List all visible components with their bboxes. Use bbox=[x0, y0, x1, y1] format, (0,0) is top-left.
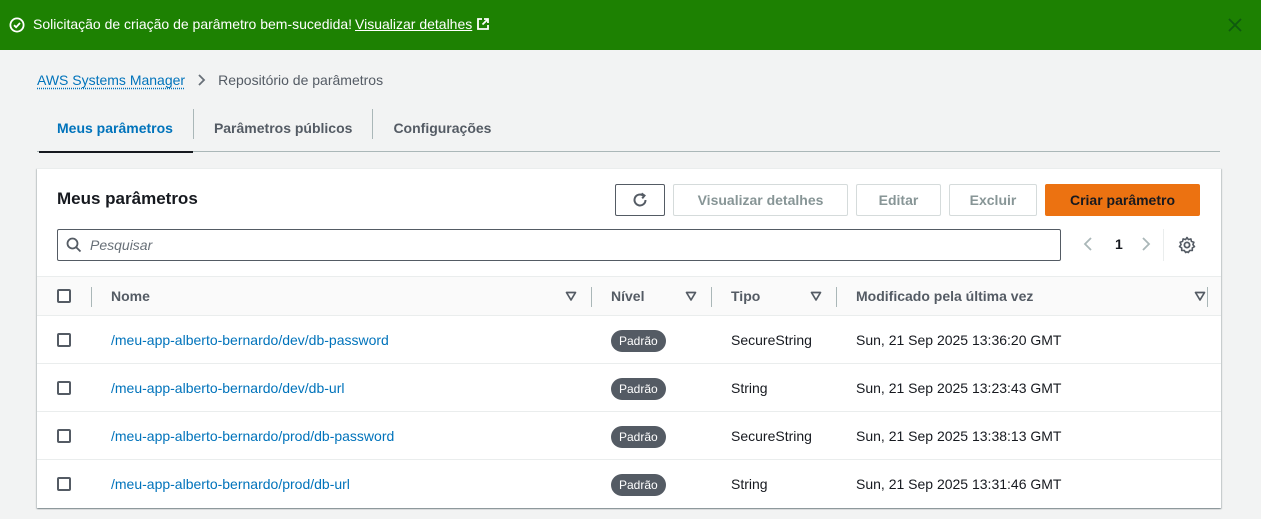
pagination-divider bbox=[1163, 229, 1164, 261]
search-input[interactable] bbox=[90, 230, 1050, 260]
row-checkbox[interactable] bbox=[57, 333, 71, 347]
type-cell: SecureString bbox=[731, 427, 812, 444]
close-icon[interactable] bbox=[1226, 16, 1244, 34]
parameters-table-container: Meus parâmetros Visualizar detalhes Edit… bbox=[37, 168, 1221, 508]
type-cell: SecureString bbox=[731, 331, 812, 348]
table-row[interactable]: /meu-app-alberto-bernardo/prod/db-url Pa… bbox=[37, 460, 1221, 508]
pagination: 1 bbox=[1081, 235, 1153, 253]
tab-settings[interactable]: Configurações bbox=[373, 104, 511, 152]
column-divider bbox=[836, 287, 837, 307]
breadcrumb-current: Repositório de parâmetros bbox=[218, 72, 384, 88]
tier-badge: Padrão bbox=[611, 330, 666, 352]
modified-cell: Sun, 21 Sep 2025 13:31:46 GMT bbox=[856, 475, 1062, 492]
external-link-icon bbox=[477, 18, 490, 30]
page-number[interactable]: 1 bbox=[1115, 236, 1123, 252]
table-header: Nome Nível Tipo Modificado pela última v… bbox=[37, 276, 1221, 316]
sort-icon[interactable] bbox=[565, 290, 577, 302]
search-icon bbox=[66, 237, 82, 253]
row-checkbox[interactable] bbox=[57, 429, 71, 443]
tab-bar: Meus parâmetros Parâmetros públicos Conf… bbox=[37, 104, 1220, 153]
breadcrumb-home-link[interactable]: AWS Systems Manager bbox=[37, 72, 185, 88]
parameter-name-link[interactable]: /meu-app-alberto-bernardo/prod/db-passwo… bbox=[111, 412, 394, 459]
view-details-link[interactable]: Visualizar detalhes bbox=[355, 16, 490, 32]
tier-badge: Padrão bbox=[611, 426, 666, 448]
success-flashbar: Solicitação de criação de parâmetro bem-… bbox=[0, 0, 1261, 50]
tier-badge: Padrão bbox=[611, 378, 666, 400]
column-header-tier[interactable]: Nível bbox=[611, 277, 644, 315]
edit-button[interactable]: Editar bbox=[856, 184, 941, 216]
tier-badge: Padrão bbox=[611, 474, 666, 496]
sort-icon[interactable] bbox=[685, 290, 697, 302]
success-check-icon bbox=[9, 17, 25, 33]
next-page-icon[interactable] bbox=[1139, 235, 1153, 253]
table-row[interactable]: /meu-app-alberto-bernardo/prod/db-passwo… bbox=[37, 412, 1221, 460]
type-cell: String bbox=[731, 475, 768, 492]
breadcrumb: AWS Systems Manager Repositório de parâm… bbox=[37, 72, 383, 88]
type-cell: String bbox=[731, 379, 768, 396]
column-divider bbox=[1207, 287, 1208, 307]
column-divider bbox=[711, 287, 712, 307]
view-details-button[interactable]: Visualizar detalhes bbox=[673, 184, 848, 216]
column-divider bbox=[591, 287, 592, 307]
search-field[interactable] bbox=[57, 229, 1061, 261]
create-parameter-button[interactable]: Criar parâmetro bbox=[1045, 184, 1200, 216]
sort-icon[interactable] bbox=[810, 290, 822, 302]
modified-cell: Sun, 21 Sep 2025 13:38:13 GMT bbox=[856, 427, 1062, 444]
row-checkbox[interactable] bbox=[57, 477, 71, 491]
modified-cell: Sun, 21 Sep 2025 13:23:43 GMT bbox=[856, 379, 1062, 396]
previous-page-icon[interactable] bbox=[1081, 235, 1095, 253]
sort-icon[interactable] bbox=[1194, 290, 1206, 302]
column-header-name[interactable]: Nome bbox=[111, 277, 150, 315]
refresh-icon bbox=[633, 192, 647, 207]
tab-public-parameters[interactable]: Parâmetros públicos bbox=[194, 104, 373, 152]
row-checkbox[interactable] bbox=[57, 381, 71, 395]
column-header-modified[interactable]: Modificado pela última vez bbox=[856, 277, 1033, 315]
column-divider bbox=[91, 287, 92, 307]
tab-my-parameters[interactable]: Meus parâmetros bbox=[37, 104, 193, 153]
flash-message: Solicitação de criação de parâmetro bem-… bbox=[33, 16, 353, 32]
select-all-checkbox[interactable] bbox=[57, 289, 71, 303]
chevron-right-icon bbox=[198, 74, 206, 86]
column-header-type[interactable]: Tipo bbox=[731, 277, 760, 315]
view-details-link-label[interactable]: Visualizar detalhes bbox=[355, 16, 472, 32]
refresh-button[interactable] bbox=[615, 184, 665, 216]
table-row[interactable]: /meu-app-alberto-bernardo/dev/db-passwor… bbox=[37, 316, 1221, 364]
parameter-name-link[interactable]: /meu-app-alberto-bernardo/prod/db-url bbox=[111, 460, 350, 507]
parameter-name-link[interactable]: /meu-app-alberto-bernardo/dev/db-passwor… bbox=[111, 316, 389, 363]
parameter-name-link[interactable]: /meu-app-alberto-bernardo/dev/db-url bbox=[111, 364, 344, 411]
gear-icon[interactable] bbox=[1178, 236, 1196, 254]
table-row[interactable]: /meu-app-alberto-bernardo/dev/db-url Pad… bbox=[37, 364, 1221, 412]
modified-cell: Sun, 21 Sep 2025 13:36:20 GMT bbox=[856, 331, 1062, 348]
delete-button[interactable]: Excluir bbox=[949, 184, 1037, 216]
panel-title: Meus parâmetros bbox=[57, 189, 198, 208]
